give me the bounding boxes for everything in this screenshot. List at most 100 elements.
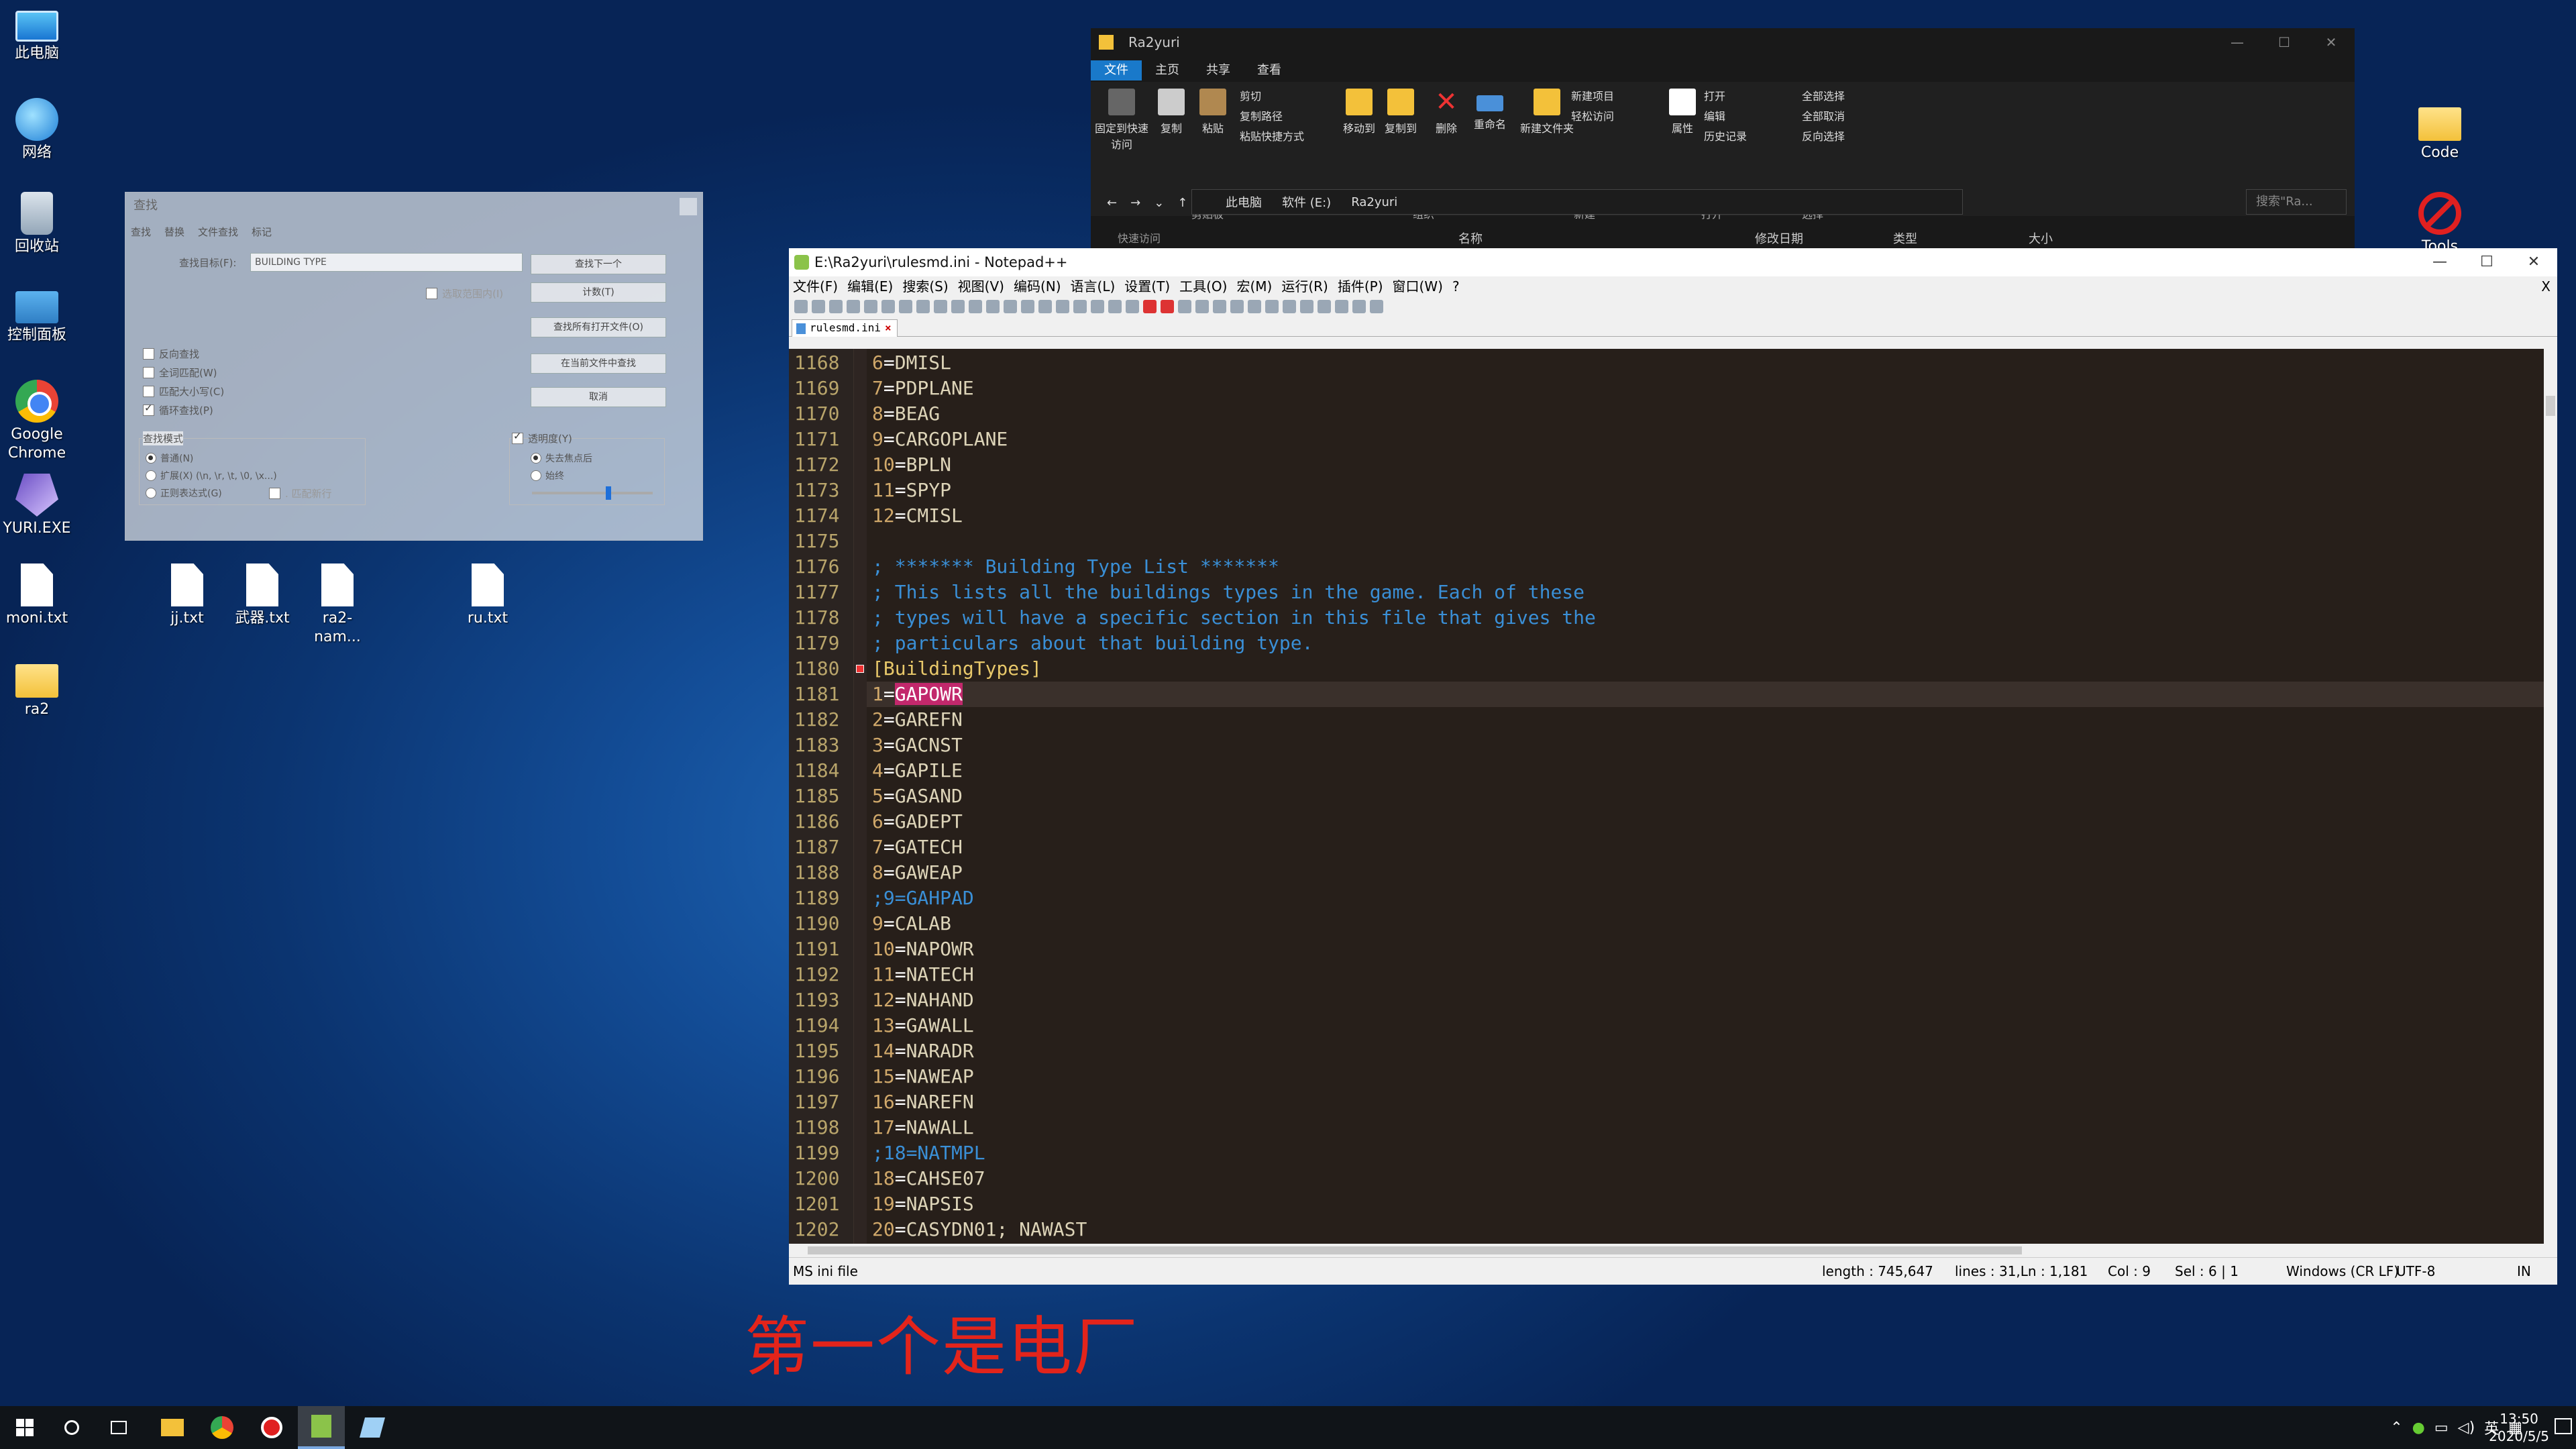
toolbar-button-icon[interactable] [969,300,982,313]
desktop-icon-weapons[interactable]: 武器.txt [225,564,299,628]
menu-item-3[interactable]: 视图(V) [958,276,1004,297]
code-line[interactable]: 13=GAWALL [872,1013,974,1038]
code-line[interactable]: 11=SPYP [872,478,951,503]
toolbar-button-icon[interactable] [1248,300,1261,313]
volume-icon[interactable]: ◁) [2458,1419,2475,1436]
task-view-button[interactable] [95,1406,142,1449]
code-line[interactable]: 8=GAWEAP [872,860,963,885]
tab-find[interactable]: 查找 [131,225,151,239]
find-all-open-button[interactable]: 查找所有打开文件(O) [531,317,666,337]
desktop-icon-5[interactable]: YURI.EXE [0,474,74,538]
code-line[interactable]: 5=GASAND [872,784,963,809]
menu-item-7[interactable]: 工具(O) [1179,276,1227,297]
document-tab[interactable]: rulesmd.ini × [792,319,898,337]
transparency-slider[interactable] [532,486,653,500]
code-line[interactable]: 14=NARADR [872,1038,974,1064]
tray-app-icon[interactable]: ● [2412,1419,2425,1436]
code-line[interactable]: 16=NAREFN [872,1089,974,1115]
delete-button[interactable]: ✕ 删除 [1426,89,1466,136]
menu-item-5[interactable]: 语言(L) [1071,276,1116,297]
count-button[interactable]: 计数(T) [531,282,666,303]
code-line[interactable]: 9=CARGOPLANE [872,427,1008,452]
code-line[interactable]: 12=CMISL [872,503,963,529]
mode-normal-radio[interactable]: 普通(N) [146,451,193,465]
code-line[interactable]: 12=NAHAND [872,987,974,1013]
chevron-down-icon[interactable]: ⌄ [1154,196,1164,210]
column-size[interactable]: 大小 [2029,229,2053,247]
toolbar-button-icon[interactable] [864,300,877,313]
vertical-scrollbar[interactable] [2544,349,2557,1244]
tab-view[interactable]: 查看 [1244,60,1295,80]
code-line[interactable]: 2=GAREFN [872,707,963,733]
back-icon[interactable]: ← [1107,196,1117,210]
toolbar-button-icon[interactable] [829,300,843,313]
open-button[interactable]: 打开 [1704,87,1725,103]
code-line[interactable]: 10=NAPOWR [872,936,974,962]
taskbar-recorder[interactable] [248,1406,295,1449]
select-all-button[interactable]: 全部选择 [1802,87,1845,103]
toolbar-button-icon[interactable] [881,300,895,313]
history-button[interactable]: 历史记录 [1704,127,1747,144]
desktop-icon-jj[interactable]: jj.txt [150,564,224,628]
code-line[interactable]: 7=GATECH [872,835,963,860]
taskbar-chrome[interactable] [199,1406,246,1449]
toolbar-button-icon[interactable] [794,300,808,313]
toolbar-button-icon[interactable] [899,300,912,313]
new-folder-button[interactable]: 新建文件夹 [1520,89,1574,136]
move-to-button[interactable]: 移动到 [1339,89,1379,136]
transparency-always-radio[interactable]: 始终 [531,469,564,482]
in-selection-checkbox[interactable]: 选取范围内(I) [426,286,503,301]
paste-button[interactable]: 粘贴 [1193,89,1233,136]
taskbar-notepad[interactable] [298,1406,345,1449]
code-editor[interactable]: 1168 1169 1170 1171 1172 1173 1174 1175 1176 1177… [789,349,2548,1244]
edit-button[interactable]: 编辑 [1704,107,1725,123]
close-button[interactable]: ✕ [2510,248,2557,276]
toolbar-button-icon[interactable] [1300,300,1313,313]
menu-item-10[interactable]: 插件(P) [1338,276,1383,297]
up-icon[interactable]: ↑ [1177,196,1187,210]
desktop-icon-ru[interactable]: ru.txt [451,564,525,628]
quick-access-label[interactable]: 快速访问 [1118,229,1161,246]
horizontal-scrollbar[interactable] [789,1244,2548,1257]
desktop-icon-3[interactable]: 控制面板 [0,286,74,345]
minimize-button[interactable]: — [2214,28,2261,56]
toolbar-button-icon[interactable] [1195,300,1209,313]
code-line[interactable]: 10=BPLN [872,452,951,478]
code-line[interactable]: 6=GADEPT [872,809,963,835]
maximize-button[interactable]: ☐ [2463,248,2510,276]
easy-access-button[interactable]: 轻松访问 [1571,107,1614,123]
toolbar-button-icon[interactable] [951,300,965,313]
toolbar-button-icon[interactable] [1370,300,1383,313]
desktop-icon-tools[interactable]: Tools [2403,192,2477,256]
desktop-icon-code[interactable]: Code [2403,101,2477,162]
menu-item-8[interactable]: 宏(M) [1236,276,1272,297]
search-input[interactable]: 搜索"Ra... [2246,189,2347,215]
breadcrumb-drive-e[interactable]: 软件 (E:) [1282,193,1331,211]
search-button[interactable] [48,1406,95,1449]
tab-mark[interactable]: 标记 [252,225,272,239]
copy-path-button[interactable]: 复制路径 [1240,107,1283,123]
tab-replace[interactable]: 替换 [164,225,184,239]
desktop-icon-1[interactable]: 网络 [0,98,74,162]
network-icon[interactable]: ▭ [2434,1419,2449,1436]
code-line[interactable]: 3=GACNST [872,733,963,758]
toolbar-button-icon[interactable] [1265,300,1279,313]
close-button[interactable]: ✕ [2308,28,2355,56]
toolbar-button-icon[interactable] [847,300,860,313]
toolbar-button-icon[interactable] [1230,300,1244,313]
pin-quick-access-button[interactable]: 固定到快速访问 [1095,89,1148,152]
notification-icon[interactable] [2555,1418,2572,1434]
wrap-around-checkbox[interactable]: 循环查找(P) [143,402,213,417]
desktop-icon-ra2-names[interactable]: ra2-nam... [301,564,374,647]
select-none-button[interactable]: 全部取消 [1802,107,1845,123]
menu-item-9[interactable]: 运行(R) [1281,276,1328,297]
tab-find-in-files[interactable]: 文件查找 [198,225,238,239]
column-name[interactable]: 名称 [1458,229,1483,247]
desktop-icon-6[interactable]: moni.txt [0,564,74,628]
menu-item-0[interactable]: 文件(F) [793,276,838,297]
forward-icon[interactable]: → [1130,196,1140,210]
code-line[interactable]: 1=GAPOWR [872,682,963,707]
code-line[interactable]: [BuildingTypes] [872,656,1042,682]
taskbar-explorer[interactable] [149,1406,196,1449]
toolbar-button-icon[interactable] [986,300,1000,313]
